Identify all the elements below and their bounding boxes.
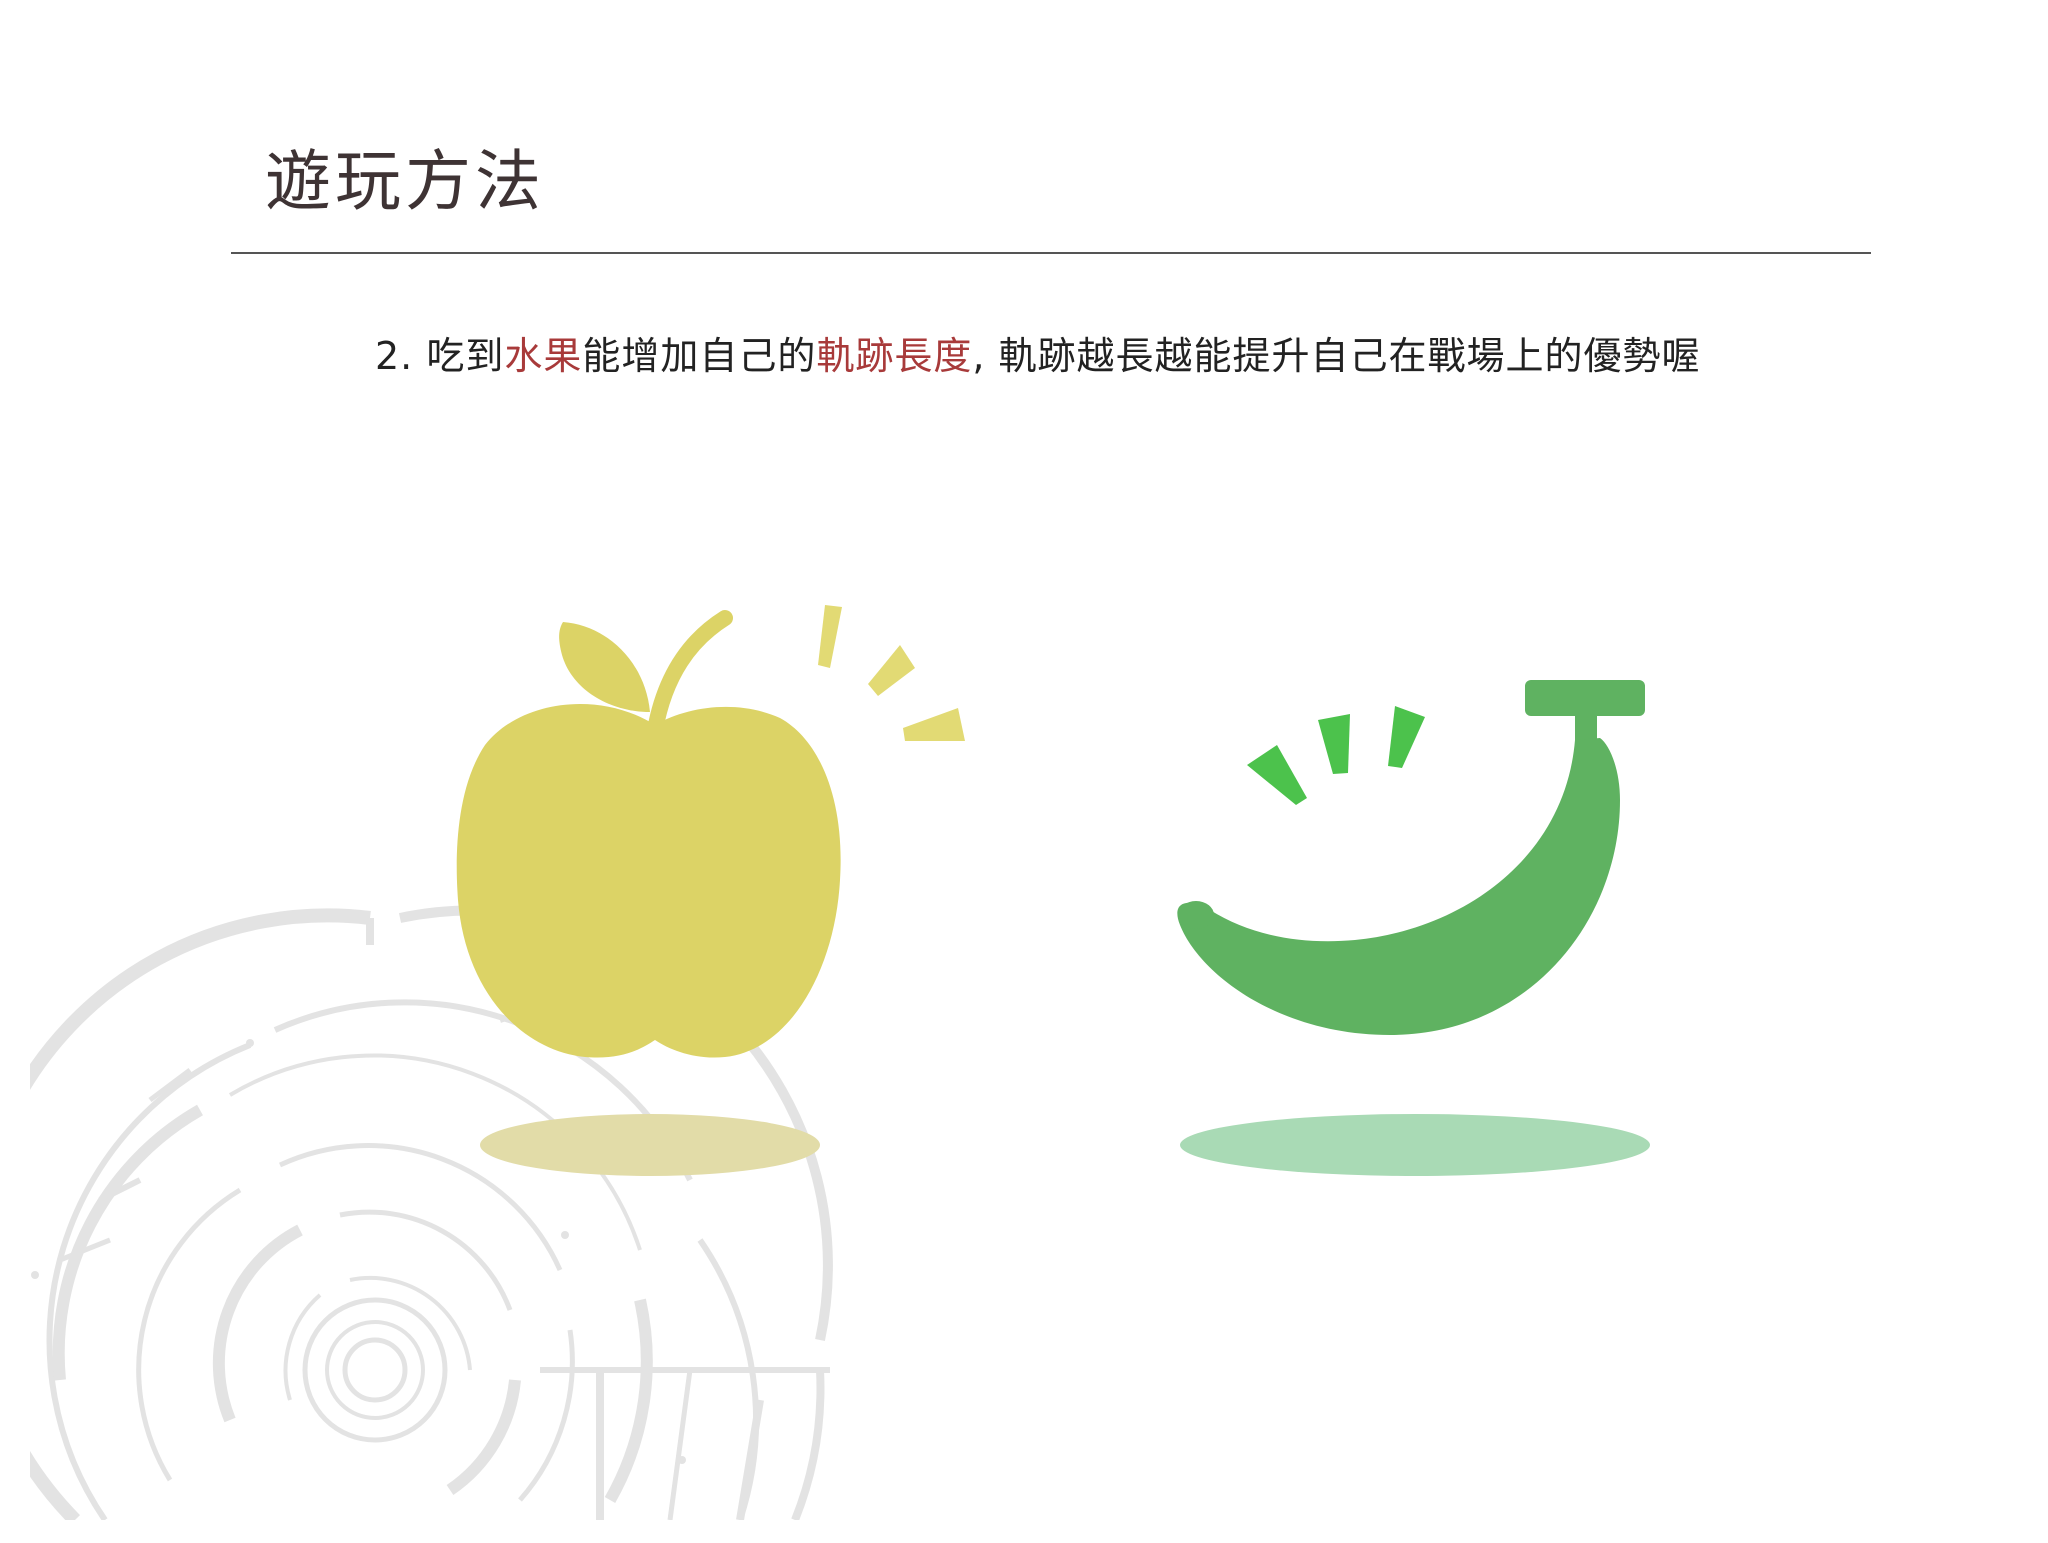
slide: 遊玩方法 2. 吃到水果能增加自己的軌跡長度, 軌跡越長越能提升自己在戰場上的優… (0, 0, 2048, 1543)
banana-sparkle (1247, 706, 1425, 805)
banana-illustration (1177, 680, 1650, 1176)
banana-shadow (1180, 1114, 1650, 1176)
